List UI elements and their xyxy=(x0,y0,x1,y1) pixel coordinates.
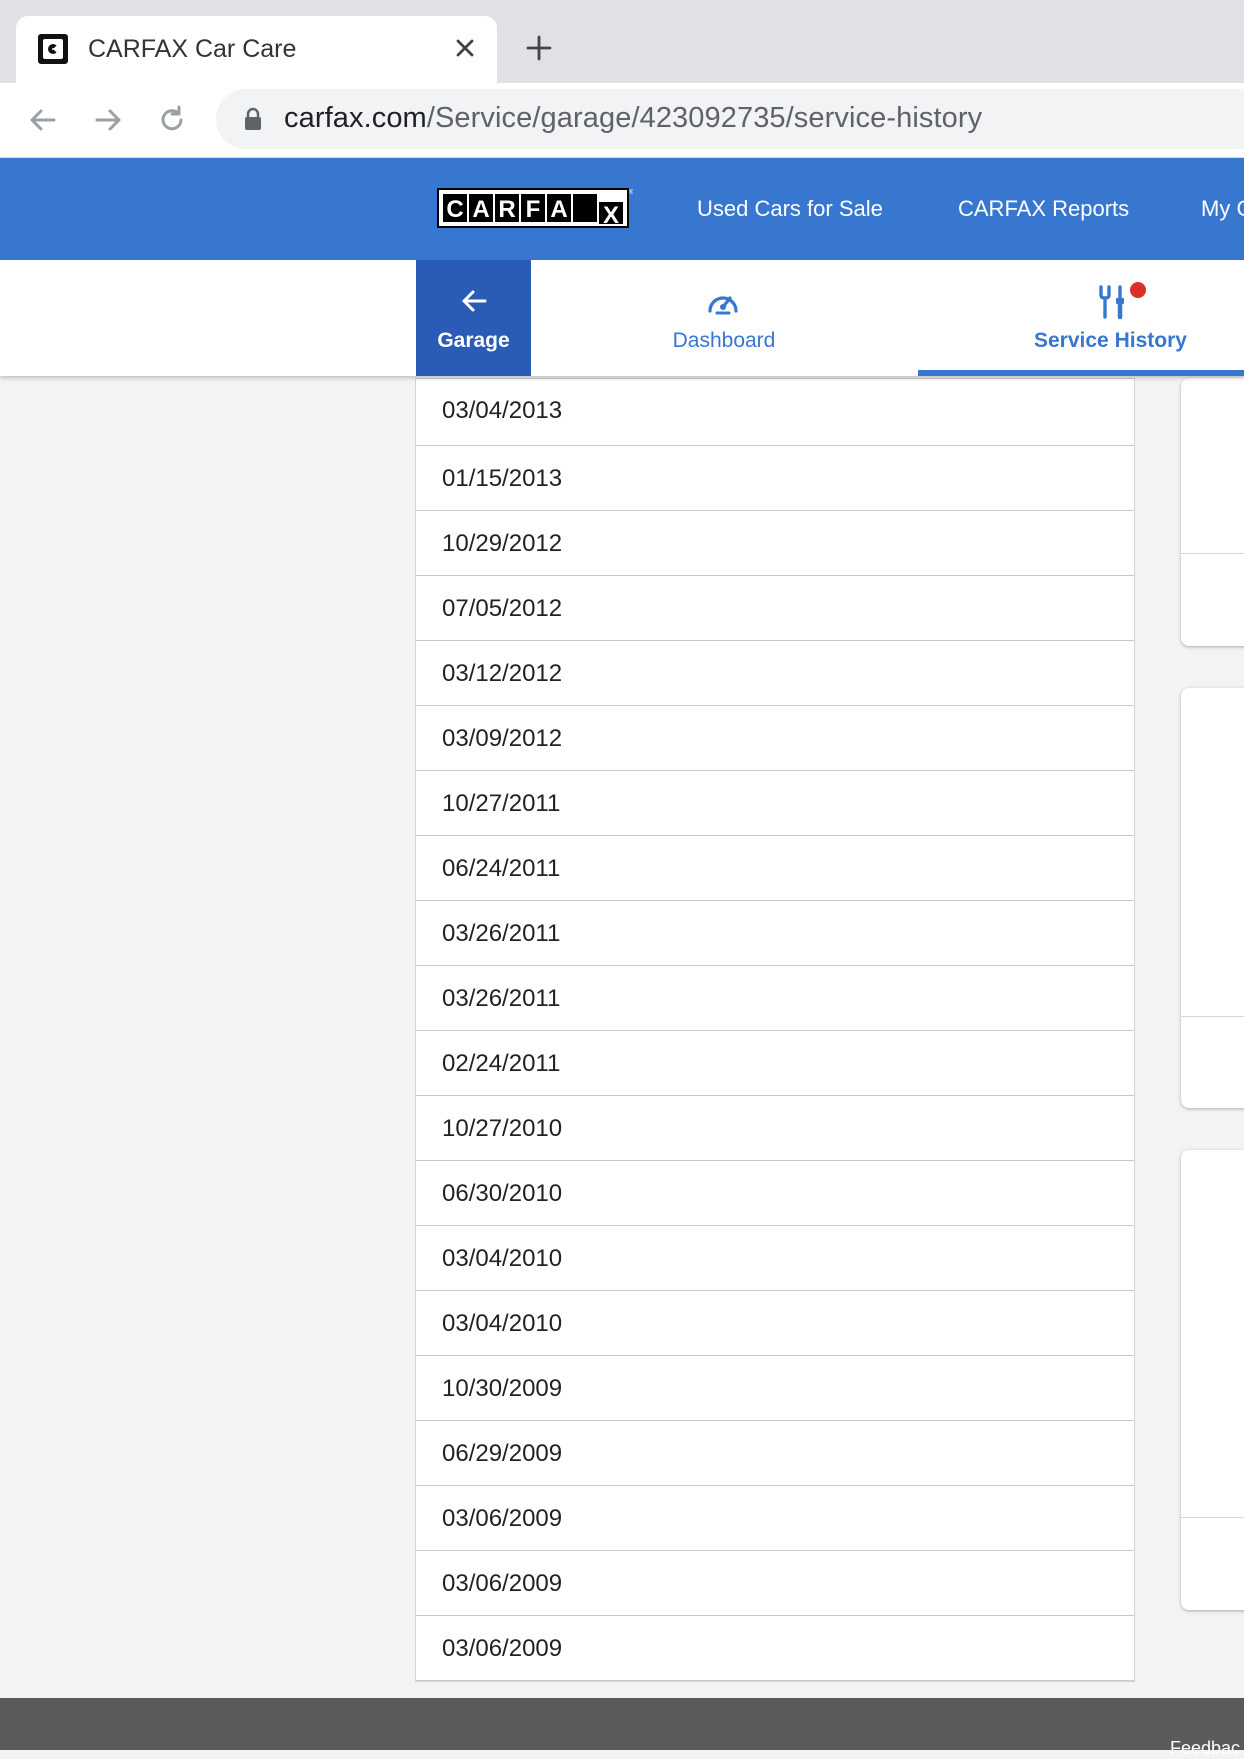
service-date-row[interactable]: 06/24/2011 xyxy=(416,836,1134,901)
svg-text:X: X xyxy=(603,202,619,228)
service-date-row[interactable]: 03/26/2011 xyxy=(416,966,1134,1031)
back-arrow-icon xyxy=(462,290,487,312)
forward-arrow-icon[interactable] xyxy=(91,103,125,137)
svg-text:F: F xyxy=(526,196,541,223)
service-card[interactable] xyxy=(1181,688,1244,1108)
back-arrow-icon[interactable] xyxy=(26,103,60,137)
service-date-row[interactable]: 01/15/2013 xyxy=(416,446,1134,511)
active-tab-indicator xyxy=(918,370,1244,376)
service-date-row[interactable]: 02/24/2011 xyxy=(416,1031,1134,1096)
carfax-logo[interactable]: C A R F A X ® xyxy=(437,188,633,228)
page-footer: Feedbac xyxy=(0,1698,1244,1758)
service-date-row[interactable]: 03/26/2011 xyxy=(416,901,1134,966)
lock-icon xyxy=(245,107,261,130)
tab-dashboard[interactable]: Dashboard xyxy=(650,260,798,376)
nav-used-cars[interactable]: Used Cars for Sale xyxy=(697,196,883,222)
svg-text:A: A xyxy=(472,196,489,223)
browser-toolbar: carfax.com/Service/garage/423092735/serv… xyxy=(0,83,1244,158)
tab-title: CARFAX Car Care xyxy=(88,35,297,63)
service-date-row[interactable]: 10/30/2009 xyxy=(416,1356,1134,1421)
svg-text:A: A xyxy=(550,196,567,223)
service-date-row[interactable]: 03/04/2010 xyxy=(416,1291,1134,1356)
reload-icon[interactable] xyxy=(155,103,189,137)
site-header: C A R F A X ® Used Cars for Sale CARFAX … xyxy=(0,158,1244,260)
tab-dashboard-label: Dashboard xyxy=(672,329,776,352)
tools-icon xyxy=(1099,285,1124,320)
svg-text:®: ® xyxy=(629,189,633,196)
feedback-link[interactable]: Feedbac xyxy=(1170,1738,1240,1759)
service-date-row[interactable]: 03/12/2012 xyxy=(416,641,1134,706)
tab-service-history[interactable]: Service History xyxy=(918,260,1244,376)
service-date-row[interactable]: 06/30/2010 xyxy=(416,1161,1134,1226)
tab-garage-label: Garage xyxy=(437,329,510,352)
url-text: carfax.com/Service/garage/423092735/serv… xyxy=(284,102,983,134)
service-date-row[interactable]: 03/04/2010 xyxy=(416,1226,1134,1291)
service-date-row[interactable]: 03/06/2009 xyxy=(416,1551,1134,1616)
notification-dot xyxy=(1130,282,1146,298)
browser-tab[interactable]: CARFAX Car Care xyxy=(16,16,497,83)
service-date-row[interactable]: 10/27/2011 xyxy=(416,771,1134,836)
service-date-row[interactable]: 07/05/2012 xyxy=(416,576,1134,641)
service-date-row[interactable]: 03/06/2009 xyxy=(416,1486,1134,1551)
service-date-row[interactable]: 10/29/2012 xyxy=(416,511,1134,576)
service-card[interactable] xyxy=(1181,1150,1244,1610)
service-date-row[interactable]: 03/04/2013 xyxy=(416,378,1134,446)
nav-carfax-reports[interactable]: CARFAX Reports xyxy=(958,196,1129,222)
nav-my-carfax[interactable]: My C xyxy=(1201,196,1244,222)
close-tab-icon[interactable] xyxy=(450,33,480,63)
service-date-row[interactable]: 10/27/2010 xyxy=(416,1096,1134,1161)
new-tab-icon[interactable] xyxy=(524,33,554,63)
svg-text:C: C xyxy=(446,196,463,223)
service-date-row[interactable]: 06/29/2009 xyxy=(416,1421,1134,1486)
service-date-row[interactable]: 03/09/2012 xyxy=(416,706,1134,771)
tab-garage[interactable]: Garage xyxy=(416,260,531,376)
sub-navigation: Garage Dashboard Service History xyxy=(0,260,1244,376)
service-card[interactable] xyxy=(1181,378,1244,646)
address-bar[interactable]: carfax.com/Service/garage/423092735/serv… xyxy=(216,89,1244,149)
tab-service-history-label: Service History xyxy=(1034,329,1187,352)
service-date-list: 03/04/2013 01/15/2013 10/29/2012 07/05/2012… xyxy=(415,378,1135,1682)
browser-tabstrip: CARFAX Car Care xyxy=(0,0,1244,83)
service-date-row[interactable]: 03/06/2009 xyxy=(416,1616,1134,1681)
speedometer-icon xyxy=(708,296,738,315)
carfax-favicon-icon xyxy=(38,34,68,64)
svg-text:R: R xyxy=(498,196,515,223)
